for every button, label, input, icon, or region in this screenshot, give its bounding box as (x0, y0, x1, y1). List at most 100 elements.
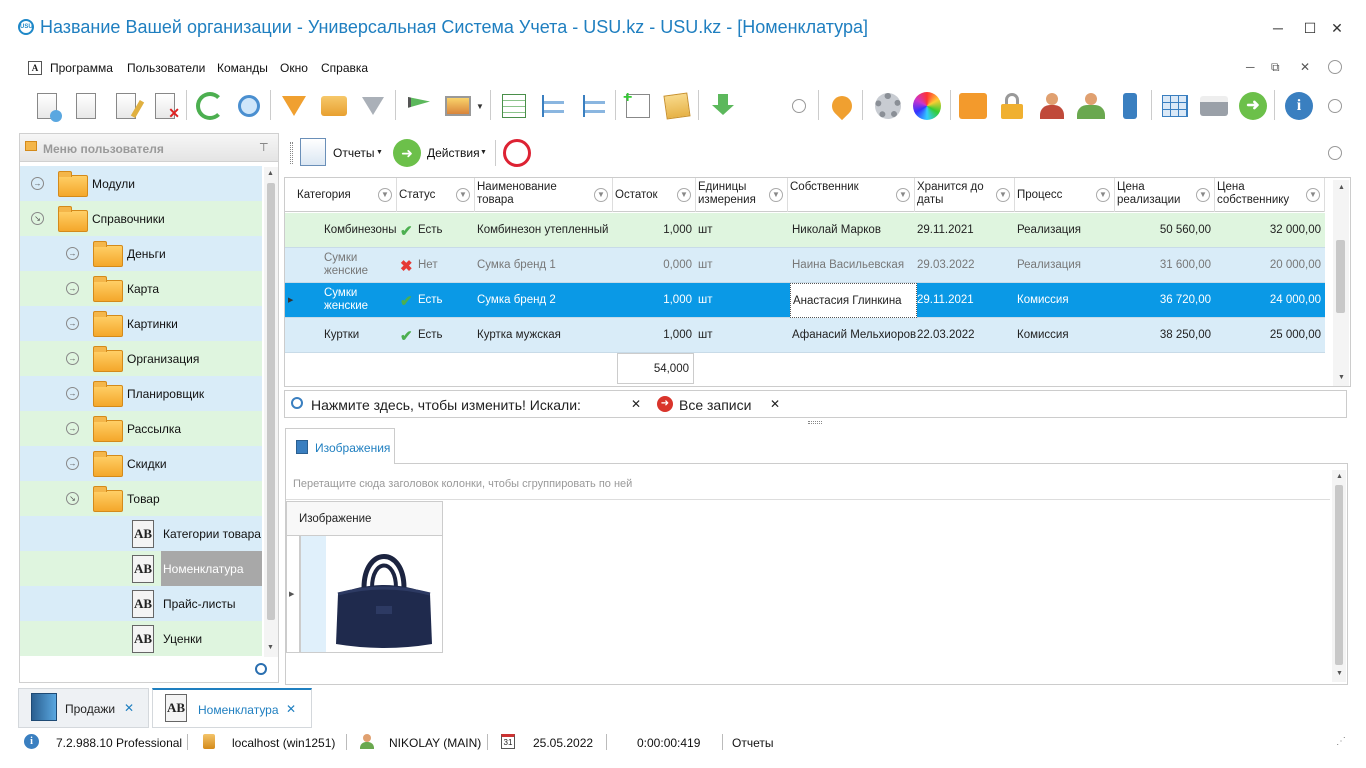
table-cell-owner[interactable]: Анастасия Глинкина (790, 283, 917, 318)
column-filter-icon[interactable]: ▼ (378, 188, 392, 202)
tree-item-label[interactable]: Рассылка (127, 422, 181, 436)
lock-button[interactable] (996, 88, 1028, 124)
pin-icon[interactable]: ⊤ (259, 141, 269, 154)
tree-item-label[interactable]: Номенклатура (163, 562, 244, 576)
nomenclature-tab-close-button[interactable]: ✕ (286, 702, 296, 716)
table-cell-price[interactable]: 36 720,00 (1115, 283, 1213, 318)
table-cell-status[interactable]: Есть (416, 318, 474, 353)
expand-icon[interactable]: → (66, 352, 79, 365)
notes-button[interactable] (661, 88, 693, 124)
table-cell-process[interactable]: Комиссия (1015, 283, 1115, 318)
plugin-button[interactable] (1114, 88, 1146, 124)
splitter-grip[interactable] (808, 421, 822, 424)
table-cell-name[interactable]: Куртка мужская (475, 318, 613, 353)
expand-icon[interactable]: → (66, 282, 79, 295)
find-panel-text[interactable]: Нажмите здесь, чтобы изменить! Искали: (311, 397, 581, 413)
minimize-button[interactable]: ─ (1266, 18, 1290, 38)
expand-icon[interactable]: → (31, 177, 44, 190)
table-cell-process[interactable]: Реализация (1015, 248, 1115, 283)
filter-row-button[interactable] (318, 88, 350, 124)
collapse-tree-button[interactable] (578, 88, 610, 124)
flag-button[interactable] (403, 88, 435, 124)
table-cell-unit[interactable]: шт (696, 248, 788, 283)
mdi-restore-button[interactable]: ⧉ (1271, 60, 1280, 75)
collapse-icon[interactable]: ↘ (66, 492, 79, 505)
filter-button[interactable] (278, 88, 310, 124)
sales-tab-close-button[interactable]: ✕ (124, 701, 134, 715)
table-cell-category[interactable]: Сумки женские (322, 248, 397, 283)
rss-button[interactable] (957, 88, 989, 124)
expand-icon[interactable]: → (66, 247, 79, 260)
table-cell-rest[interactable]: 0,000 (613, 248, 694, 283)
table-cell-category[interactable]: Куртки (322, 318, 397, 353)
refresh-button[interactable] (194, 88, 226, 124)
sales-tab-label[interactable]: Продажи (65, 702, 115, 716)
user-button[interactable] (1036, 88, 1068, 124)
tree-item-label[interactable]: Модули (92, 177, 135, 191)
tree-item-label[interactable]: Картинки (127, 317, 178, 331)
reports-button[interactable]: Отчеты (333, 146, 374, 160)
column-filter-icon[interactable]: ▼ (677, 188, 691, 202)
column-filter-icon[interactable]: ▼ (896, 188, 910, 202)
table-cell-owner-price[interactable]: 20 000,00 (1215, 248, 1323, 283)
clear-filter-button[interactable] (357, 88, 389, 124)
tree-item-label[interactable]: Категории товара (163, 527, 261, 541)
tree-item-label[interactable]: Уценки (163, 632, 202, 646)
print-button[interactable] (1198, 88, 1230, 124)
columns-button[interactable] (498, 88, 530, 124)
tree-row[interactable] (20, 166, 262, 201)
column-filter-icon[interactable]: ▼ (1306, 188, 1320, 202)
table-cell-category[interactable]: Комбинезоны (322, 213, 397, 248)
add-record-button[interactable] (31, 88, 63, 124)
maximize-button[interactable]: ☐ (1298, 18, 1322, 38)
users-button[interactable] (1075, 88, 1107, 124)
collapse-icon[interactable]: ↘ (31, 212, 44, 225)
mdi-minimize-button[interactable]: ─ (1246, 60, 1255, 74)
column-filter-icon[interactable]: ▼ (456, 188, 470, 202)
column-filter-icon[interactable]: ▼ (594, 188, 608, 202)
column-filter-icon[interactable]: ▼ (769, 188, 783, 202)
close-button[interactable]: ✕ (1325, 18, 1349, 38)
menu-program[interactable]: Программа (50, 61, 113, 75)
resize-grip-icon[interactable]: ⋰ (1336, 736, 1346, 747)
menu-collapse-icon[interactable] (1328, 60, 1342, 74)
table-cell-rest[interactable]: 1,000 (613, 283, 694, 318)
tree-item-label[interactable]: Деньги (127, 247, 166, 261)
tree-item-label[interactable]: Организация (127, 352, 199, 366)
table-cell-rest[interactable]: 1,000 (613, 318, 694, 353)
go-button[interactable]: ➜ (1237, 88, 1269, 124)
column-filter-icon[interactable]: ▼ (1196, 188, 1210, 202)
table-cell-price[interactable]: 50 560,00 (1115, 213, 1213, 248)
table-cell-unit[interactable]: шт (696, 213, 788, 248)
images-scroll-up-icon[interactable]: ▲ (1336, 473, 1343, 480)
tree-item-label[interactable]: Карта (127, 282, 159, 296)
grid-scroll-down-icon[interactable]: ▼ (1338, 374, 1345, 381)
actions-dropdown-icon[interactable]: ▼ (480, 149, 487, 156)
delete-record-button[interactable]: ✕ (149, 88, 181, 124)
table-cell-name[interactable]: Сумка бренд 1 (475, 248, 613, 283)
edit-record-button[interactable] (110, 88, 145, 124)
info-button[interactable]: i (1283, 88, 1315, 124)
colors-button[interactable] (911, 88, 943, 124)
table-cell-owner[interactable]: Афанасий Мельхиоров (790, 318, 917, 353)
all-records-label[interactable]: Все записи (679, 397, 751, 413)
tree-item-label[interactable]: Справочники (92, 212, 165, 226)
menu-window[interactable]: Окно (280, 61, 308, 75)
picture-dropdown-icon[interactable]: ▼ (476, 102, 484, 111)
table-cell-owner[interactable]: Николай Марков (790, 213, 917, 248)
table-cell-name[interactable]: Сумка бренд 2 (475, 283, 613, 318)
expand-icon[interactable]: → (66, 457, 79, 470)
table-cell-price[interactable]: 38 250,00 (1115, 318, 1213, 353)
expand-icon[interactable]: → (66, 422, 79, 435)
tree-item-label[interactable]: Прайс-листы (163, 597, 236, 611)
settings-button[interactable] (872, 88, 904, 124)
table-cell-category[interactable]: Сумки женские (322, 283, 397, 318)
tree-item-label[interactable]: Товар (127, 492, 160, 506)
tree-search-icon[interactable] (255, 663, 267, 675)
table-cell-rest[interactable]: 1,000 (613, 213, 694, 248)
grid-scroll-up-icon[interactable]: ▲ (1338, 184, 1345, 191)
all-records-clear-button[interactable]: ✕ (770, 397, 780, 411)
grid-scrollbar-thumb[interactable] (1336, 240, 1345, 313)
table-cell-date[interactable]: 29.11.2021 (915, 283, 1015, 318)
table-cell-status[interactable]: Нет (416, 248, 474, 283)
